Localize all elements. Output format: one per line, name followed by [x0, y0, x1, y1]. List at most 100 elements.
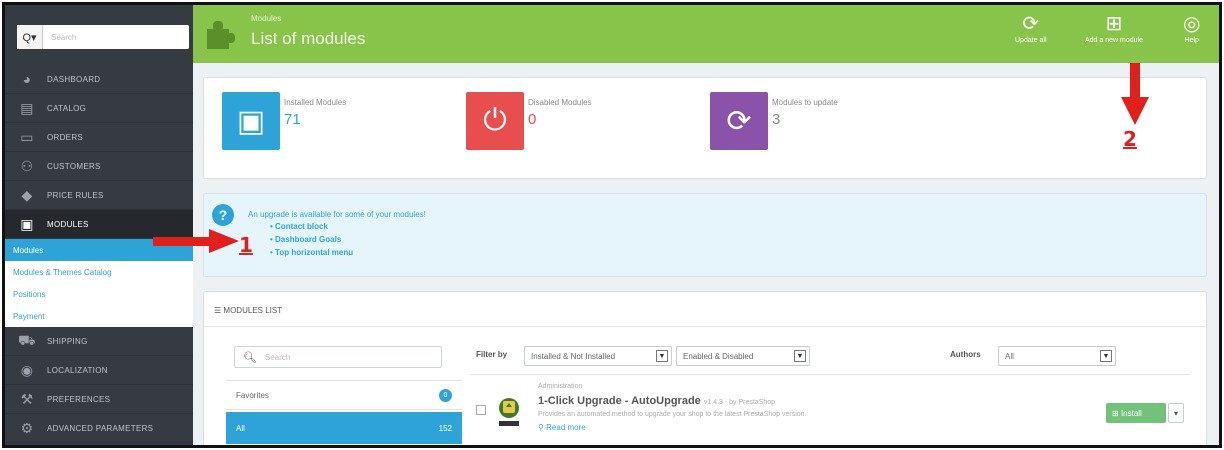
list-icon: ☰	[214, 306, 224, 315]
all-count: 152	[438, 423, 452, 433]
enabled-status-value: Enabled & Disabled	[683, 351, 754, 361]
kpi-modules-to-update[interactable]: ⟳ Modules to update 3	[710, 92, 838, 150]
chevron-down-icon: ▼	[1100, 350, 1112, 362]
question-icon: ?	[212, 204, 234, 226]
authors-value: All	[1005, 351, 1014, 361]
sidebar-item-label: DASHBOARD	[47, 74, 101, 84]
notice-message: An upgrade is available for some of your…	[248, 210, 426, 219]
install-label: Install	[1120, 408, 1142, 418]
kpi-value: 0	[528, 111, 537, 128]
submenu-item-payment[interactable]: Payment	[5, 305, 193, 327]
localization-icon: ◉	[20, 361, 34, 378]
module-category: Administration	[538, 383, 583, 390]
add-new-module-button[interactable]: ⊞ Add a new module	[1085, 13, 1143, 44]
filter-label: Filter by	[476, 350, 508, 359]
read-more-link[interactable]: ⚲ Read more	[538, 423, 586, 432]
search-type-button[interactable]: Q▾	[17, 25, 43, 49]
annotation-arrow-1	[153, 229, 239, 253]
sidebar-item-label: SHIPPING	[47, 336, 88, 346]
help-button[interactable]: ◎ Help	[1183, 13, 1200, 44]
sidebar-item-label: MODULES	[47, 219, 89, 229]
page-title: List of modules	[251, 29, 366, 48]
sidebar-item-label: ADVANCED PARAMETERS	[47, 423, 154, 433]
sidebar-item-label: LOCALIZATION	[47, 365, 108, 375]
chevron-down-icon: ▼	[656, 350, 668, 362]
sidebar-item-advanced-parameters[interactable]: ⚙ ADVANCED PARAMETERS	[5, 414, 193, 443]
authors-select[interactable]: All ▼	[998, 346, 1116, 366]
add-new-module-label: Add a new module	[1085, 37, 1143, 44]
authors-label: Authors	[950, 350, 981, 359]
upgrade-module-list: Contact block Dashboard Goals Top horizo…	[270, 222, 353, 261]
orders-icon: ▭	[20, 128, 34, 145]
module-title: 1-Click Upgrade - AutoUpgrade	[538, 395, 701, 407]
kpi-disabled-modules[interactable]: ⏻ Disabled Modules 0	[466, 92, 592, 150]
install-status-select[interactable]: Installed & Not Installed ▼	[524, 346, 672, 366]
install-button[interactable]: ⊞ Install	[1106, 403, 1166, 423]
modules-icon: ▣	[20, 215, 34, 232]
refresh-icon: ⟳	[710, 92, 768, 150]
sidebar-item-preferences[interactable]: ⚒ PREFERENCES	[5, 385, 193, 414]
sidebar-item-dashboard[interactable]: ◕ DASHBOARD	[5, 65, 193, 94]
customers-icon: ⚇	[20, 157, 34, 174]
chevron-down-icon: ▾	[1173, 408, 1178, 418]
power-icon: ⏻	[466, 92, 524, 150]
read-more-label: Read more	[546, 423, 586, 432]
sidebar-search[interactable]: Q▾ Search	[17, 25, 189, 49]
sidebar-item-catalog[interactable]: ▤ CATALOG	[5, 94, 193, 123]
module-description: Provides an automated method to upgrade …	[538, 411, 807, 418]
sidebar-item-label: ORDERS	[47, 132, 84, 142]
install-options-dropdown[interactable]: ▾	[1168, 403, 1184, 423]
sidebar-item-shipping[interactable]: ⛟ SHIPPING	[5, 327, 193, 356]
sidebar-item-orders[interactable]: ▭ ORDERS	[5, 123, 193, 152]
annotation-number-1: 1	[239, 233, 253, 257]
help-label: Help	[1184, 37, 1199, 44]
sidebar-item-label: CATALOG	[47, 103, 87, 113]
refresh-icon: ⟳	[1022, 13, 1040, 35]
update-all-button[interactable]: ⟳ Update all	[1015, 13, 1047, 44]
sidebar-item-customers[interactable]: ⚇ CUSTOMERS	[5, 152, 193, 181]
upgrade-module-link[interactable]: Contact block	[270, 222, 353, 235]
kpi-value: 3	[772, 111, 781, 128]
kpi-label: Modules to update	[772, 98, 838, 107]
enabled-status-select[interactable]: Enabled & Disabled ▼	[676, 346, 810, 366]
sidebar: Q▾ Search ◕ DASHBOARD ▤ CATALOG ▭ ORDERS…	[5, 5, 193, 445]
lifebuoy-icon: ◎	[1183, 13, 1201, 35]
plus-icon: ⊞	[1105, 13, 1123, 35]
dashboard-icon: ◕	[22, 71, 32, 87]
modules-list-panel: ☰ MODULES LIST 🔍︎ Search Favorites 0 All…	[203, 291, 1207, 445]
module-checkbox[interactable]	[476, 405, 486, 415]
advanced-parameters-icon: ⚙	[20, 419, 34, 436]
module-row: Administration 1-Click Upgrade - AutoUpg…	[470, 374, 1190, 445]
divider	[204, 326, 1206, 327]
annotation-number-2: 2	[1123, 127, 1137, 151]
modules-list-heading: ☰ MODULES LIST	[214, 306, 282, 315]
upgrade-module-link[interactable]: Dashboard Goals	[270, 235, 353, 248]
preferences-icon: ⚒	[20, 390, 34, 407]
search-icon: 🔍︎	[243, 351, 257, 364]
puzzle-icon: ▣	[222, 92, 280, 150]
kpi-installed-modules[interactable]: ▣ Installed Modules 71	[222, 92, 346, 150]
sidebar-item-label: CUSTOMERS	[47, 161, 101, 171]
category-all[interactable]: All 152	[226, 412, 462, 444]
search-input[interactable]: Search	[43, 33, 76, 42]
upgrade-notice: ? An upgrade is available for some of yo…	[203, 193, 1207, 277]
module-search-placeholder: Search	[264, 352, 291, 362]
submenu-item-positions[interactable]: Positions	[5, 283, 193, 305]
module-name: 1-Click Upgrade - AutoUpgrade v1.4.3 - b…	[538, 395, 775, 407]
page-header: Modules List of modules ⟳ Update all ⊞ A…	[193, 5, 1219, 63]
favorites-count-badge: 0	[439, 388, 452, 402]
shipping-icon: ⛟	[18, 331, 36, 348]
submenu-item-catalog[interactable]: Modules & Themes Catalog	[5, 261, 193, 283]
catalog-icon: ▤	[20, 99, 34, 116]
sidebar-item-label: PREFERENCES	[47, 394, 111, 404]
category-favorites[interactable]: Favorites 0	[226, 380, 462, 410]
sidebar-item-localization[interactable]: ◉ LOCALIZATION	[5, 356, 193, 385]
module-version: v1.4.3 - by PrestaShop	[703, 399, 776, 406]
module-search-input[interactable]: 🔍︎ Search	[234, 346, 442, 368]
breadcrumb[interactable]: Modules	[251, 14, 281, 23]
sidebar-item-price-rules[interactable]: ◆ PRICE RULES	[5, 181, 193, 210]
upgrade-module-link[interactable]: Top horizontal menu	[270, 248, 353, 261]
chevron-down-icon: ▼	[794, 350, 806, 362]
screenshot-frame: Q▾ Search ◕ DASHBOARD ▤ CATALOG ▭ ORDERS…	[2, 2, 1222, 448]
plus-icon: ⊞	[1112, 408, 1121, 418]
